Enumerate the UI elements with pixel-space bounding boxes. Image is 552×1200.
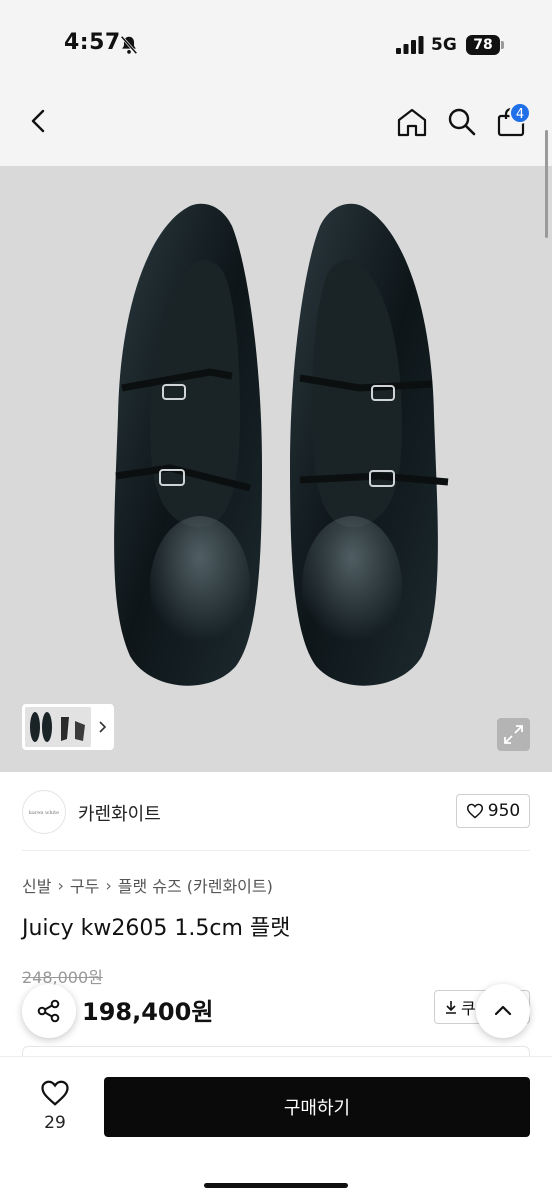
shop-logo-text: karen white: [28, 810, 60, 816]
chevron-right-icon: ›: [57, 875, 64, 895]
chevron-right-icon[interactable]: [95, 720, 109, 734]
battery-level: 78: [466, 35, 500, 55]
chevron-right-icon: ›: [105, 875, 112, 895]
status-time: 4:57: [64, 30, 121, 55]
coupon-label: 쿠: [461, 999, 476, 1018]
top-nav: 4: [0, 86, 552, 166]
chevron-up-icon: [494, 1005, 512, 1016]
expand-image-button[interactable]: [497, 718, 530, 751]
breadcrumb-item[interactable]: 구두: [70, 873, 99, 897]
scroll-top-button[interactable]: [476, 984, 530, 1038]
wishlist-count: 29: [44, 1113, 66, 1133]
thumbnail-strip[interactable]: [22, 704, 114, 750]
share-button[interactable]: [22, 984, 76, 1038]
wishlist-button[interactable]: 29: [30, 1079, 80, 1139]
breadcrumb-item[interactable]: 신발: [22, 873, 51, 897]
thumbnail-photo: [25, 707, 91, 747]
heart-icon: [41, 1080, 69, 1106]
battery-cap: [501, 41, 504, 49]
bell-muted-icon: [120, 35, 138, 55]
back-icon[interactable]: [24, 106, 54, 136]
thumbnail-image[interactable]: [25, 707, 91, 747]
product-title: Juicy kw2605 1.5cm 플랫: [22, 916, 291, 941]
shop-logo[interactable]: karen white: [22, 790, 66, 834]
signal-icon: [396, 36, 424, 54]
network-type: 5G: [431, 35, 457, 55]
original-price: 248,000원: [22, 968, 103, 987]
shop-like-count: 950: [487, 801, 521, 821]
heart-icon: [466, 803, 483, 819]
shop-like-button[interactable]: 950: [456, 794, 530, 828]
sale-price: 198,400원: [82, 998, 214, 1026]
shop-row[interactable]: karen white 카렌화이트 950: [22, 790, 530, 834]
breadcrumb: 신발 › 구두 › 플랫 슈즈 (카렌화이트): [22, 873, 273, 897]
home-icon[interactable]: [396, 106, 428, 138]
breadcrumb-item[interactable]: 플랫 슈즈 (카렌화이트): [118, 873, 273, 897]
scrollbar[interactable]: [545, 130, 548, 238]
cart-count-badge: 4: [509, 102, 531, 124]
expand-icon: [504, 725, 523, 744]
product-photo: [114, 203, 449, 686]
status-bar: 4:57 5G 78: [0, 0, 552, 86]
home-indicator: [204, 1183, 348, 1188]
download-icon: [446, 1001, 456, 1014]
buy-button[interactable]: 구매하기: [104, 1077, 530, 1137]
product-image[interactable]: [0, 166, 552, 772]
bottom-action-bar: 29 구매하기: [0, 1056, 552, 1200]
shop-name[interactable]: 카렌화이트: [78, 800, 161, 826]
share-icon: [37, 999, 60, 1023]
search-icon[interactable]: [446, 106, 478, 138]
divider: [22, 850, 530, 851]
